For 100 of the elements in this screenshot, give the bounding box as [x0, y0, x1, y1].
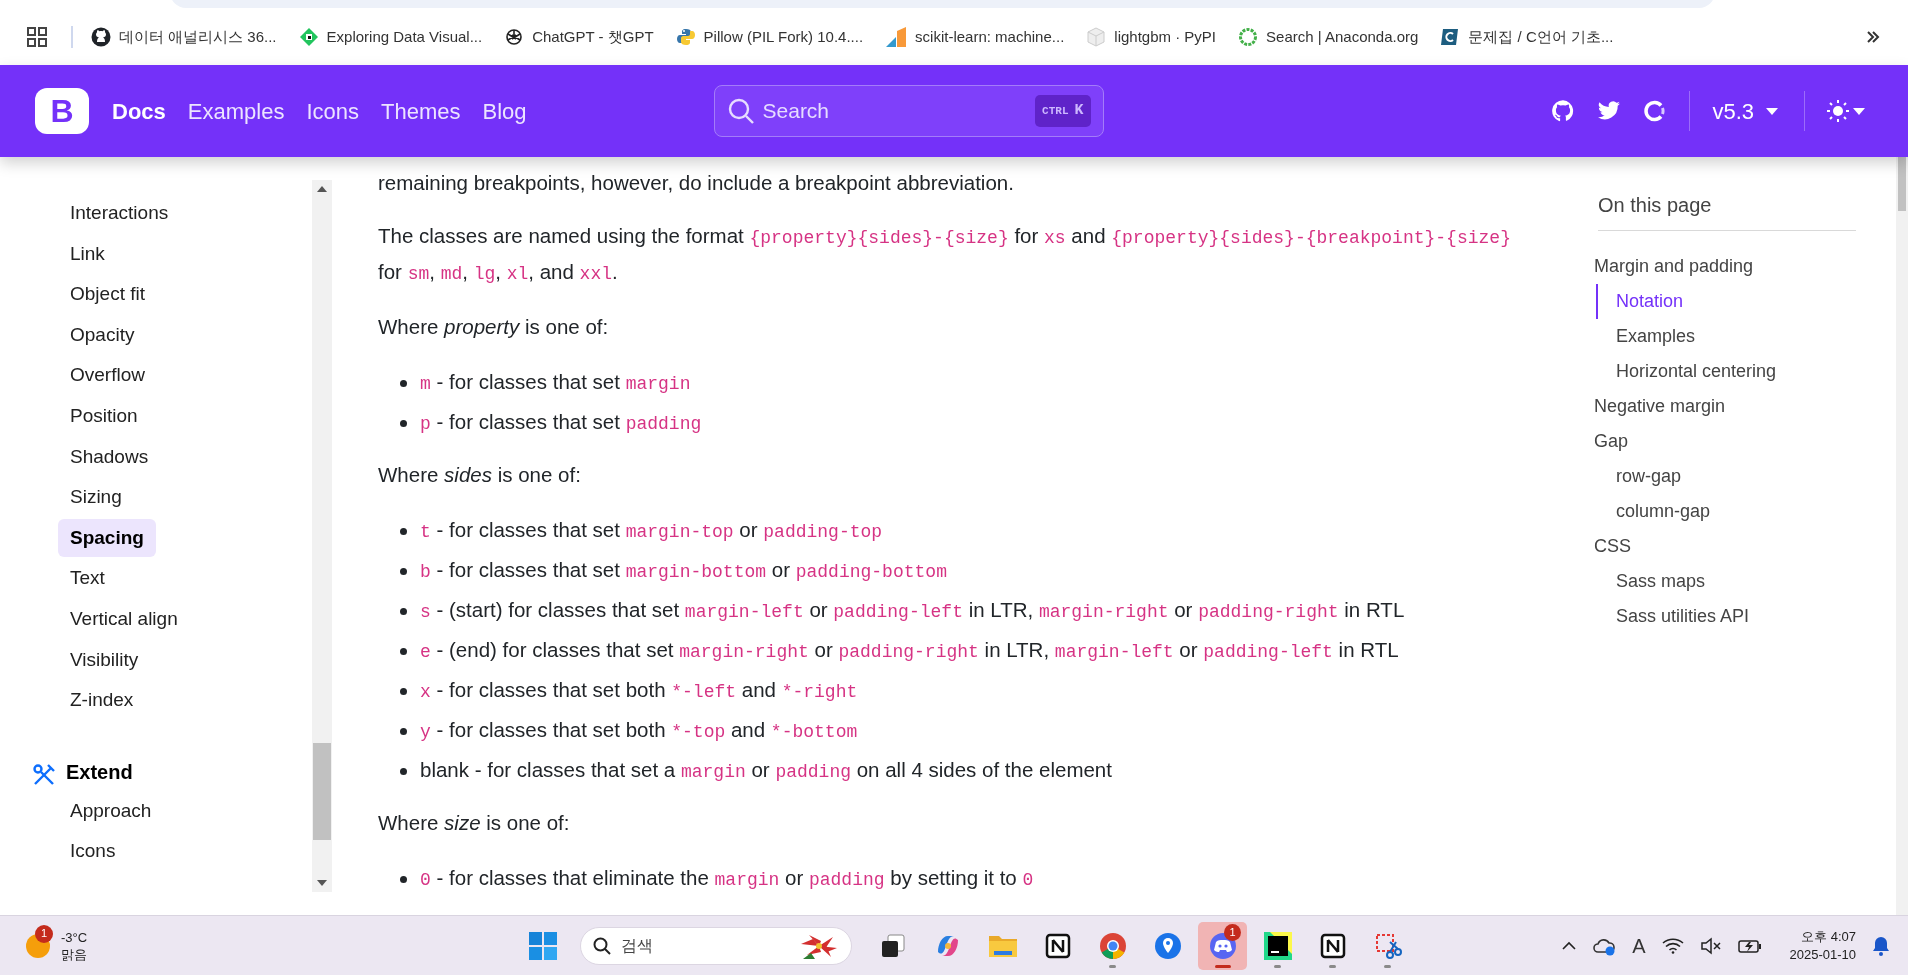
bullet-icon	[400, 767, 407, 775]
running-indicator	[1109, 964, 1116, 968]
chrome-icon	[1098, 931, 1127, 960]
caret-icon	[1766, 107, 1778, 115]
sidebar-link[interactable]: Icons	[58, 832, 128, 871]
toc-link[interactable]: CSS	[1594, 529, 1896, 564]
ring-icon	[1238, 27, 1259, 47]
sidebar-link[interactable]: Opacity	[58, 315, 147, 355]
snipping-icon	[1373, 931, 1402, 960]
toc-link[interactable]: row-gap	[1616, 459, 1896, 494]
bookmark[interactable]: Search | Anaconda.org	[1238, 25, 1419, 49]
notification-badge: 1	[35, 924, 53, 943]
notebook-icon	[1044, 932, 1071, 959]
nav-link[interactable]: Docs	[112, 94, 166, 128]
toc-link[interactable]: column-gap	[1616, 494, 1896, 529]
list-item: e - (end) for classes that set margin-right or padding-right in LTR, margin-left or padding-left in RTL	[420, 637, 1399, 664]
sidebar-link[interactable]: Overflow	[58, 356, 157, 395]
scroll-down-icon[interactable]	[317, 880, 327, 886]
list-item: m - for classes that set margin	[420, 369, 691, 396]
search-input[interactable]: 검색	[621, 933, 799, 958]
toc-link[interactable]: Horizontal centering	[1616, 354, 1896, 389]
sidebar-link[interactable]: Approach	[58, 791, 164, 831]
sidebar-link[interactable]: Position	[58, 397, 150, 436]
wifi-icon[interactable]	[1661, 937, 1684, 954]
theme-dropdown[interactable]	[1827, 100, 1865, 122]
temperature: -3°C	[61, 928, 88, 946]
sidebar-link[interactable]: Visibility	[58, 640, 151, 680]
toc-link[interactable]: Negative margin	[1594, 389, 1896, 424]
nav-link[interactable]: Blog	[482, 94, 527, 128]
bird-icon[interactable]	[1597, 100, 1622, 122]
sidebar-scrollbar[interactable]	[312, 180, 332, 892]
toc-link[interactable]: Sass maps	[1616, 564, 1896, 599]
sidebar-link[interactable]: Link	[58, 234, 117, 274]
page-scrollbar[interactable]	[1896, 157, 1908, 915]
toc-link[interactable]: Margin and padding	[1594, 249, 1896, 284]
sidebar-link[interactable]: Spacing	[58, 518, 156, 558]
sun-icon	[1827, 100, 1849, 122]
paragraph: Where size is one of:	[378, 810, 571, 836]
notification-badge: 1	[1224, 923, 1241, 941]
chevron-up-icon[interactable]	[1562, 941, 1577, 950]
bookmark[interactable]: lightgbm · PyPI	[1086, 25, 1217, 49]
paragraph: remaining breakpoints, however, do include a breakpoint abbreviation.	[378, 170, 1015, 196]
clock-date[interactable]: 2025-01-10	[1789, 945, 1856, 964]
battery-icon[interactable]	[1737, 937, 1762, 954]
running-indicator	[1384, 964, 1391, 968]
bullet-icon	[400, 527, 407, 535]
toc-link[interactable]: Sass utilities API	[1616, 599, 1896, 634]
taskbar-search[interactable]: 검색	[580, 926, 852, 965]
list-item: 0 - for classes that eliminate the margin or padding by setting it to 0	[420, 865, 1034, 892]
list-item: s - (start) for classes that set margin-left or padding-left in LTR, margin-right or padding-right in RTL	[420, 597, 1405, 624]
bookmark[interactable]: 데이터 애널리시스 36...	[91, 25, 277, 49]
sidebar-link[interactable]: Object fit	[58, 275, 157, 314]
running-indicator	[1214, 964, 1231, 968]
open-circle-icon[interactable]	[1643, 100, 1666, 122]
search-field[interactable]: Search CTRL K	[713, 85, 1104, 137]
chevron-double-right-icon[interactable]	[1866, 30, 1880, 44]
input-method-indicator[interactable]: A	[1632, 930, 1646, 961]
scrollbar-thumb[interactable]	[1898, 157, 1906, 211]
taskbar-app[interactable]: 1	[1198, 921, 1247, 970]
paragraph: Where sides is one of:	[378, 462, 582, 488]
sidebar-link[interactable]: Z-index	[58, 681, 146, 720]
sidebar-link[interactable]: Sizing	[58, 478, 134, 517]
tile-icon	[1440, 27, 1461, 47]
bookmark[interactable]: scikit-learn: machine...	[885, 25, 1065, 49]
bookmark[interactable]: 문제집 / C언어 기초...	[1440, 25, 1614, 49]
bookmark[interactable]: Pillow (PIL Fork) 10.4....	[675, 25, 864, 49]
scroll-up-icon[interactable]	[317, 186, 327, 192]
toc-link[interactable]: Notation	[1616, 284, 1896, 319]
sidebar-link[interactable]: Vertical align	[58, 600, 190, 639]
diamond-icon	[298, 27, 319, 47]
cube-icon	[1086, 27, 1107, 47]
sidebar-link[interactable]: Interactions	[58, 194, 181, 233]
scrollbar-thumb[interactable]	[313, 743, 331, 840]
search-input[interactable]: Search	[762, 95, 1036, 127]
map-pin-icon	[1153, 931, 1182, 960]
bullet-icon	[400, 875, 407, 883]
keyboard-shortcut: CTRL K	[1035, 95, 1091, 127]
nav-link[interactable]: Icons	[306, 94, 359, 128]
nav-link[interactable]: Examples	[187, 94, 285, 128]
toc-link[interactable]: Gap	[1594, 424, 1896, 459]
sidebar-link[interactable]: Shadows	[58, 437, 161, 477]
bullet-icon	[400, 607, 407, 615]
bullet-icon	[400, 567, 407, 575]
clock-time[interactable]: 오후 4:07	[1801, 927, 1856, 946]
windows-icon[interactable]	[528, 930, 558, 961]
bell-icon[interactable]	[1872, 935, 1890, 956]
apps-grid-icon[interactable]	[27, 27, 47, 47]
weather-condition: 맑음	[61, 945, 88, 963]
nav-link[interactable]: Themes	[381, 94, 461, 128]
toc-link[interactable]: Examples	[1616, 319, 1896, 354]
search-icon	[726, 97, 755, 125]
octocat-icon[interactable]	[1551, 99, 1576, 123]
bullet-icon	[400, 687, 407, 695]
sidebar-link[interactable]: Text	[58, 559, 117, 598]
speaker-muted-icon[interactable]	[1699, 936, 1722, 955]
version-dropdown[interactable]: v5.3	[1712, 94, 1778, 128]
running-indicator	[1274, 964, 1281, 968]
bookmark[interactable]: ChatGPT - 챗GPT	[504, 25, 654, 49]
brand-logo[interactable]: B	[35, 88, 89, 134]
bookmark[interactable]: Exploring Data Visual...	[298, 25, 483, 49]
